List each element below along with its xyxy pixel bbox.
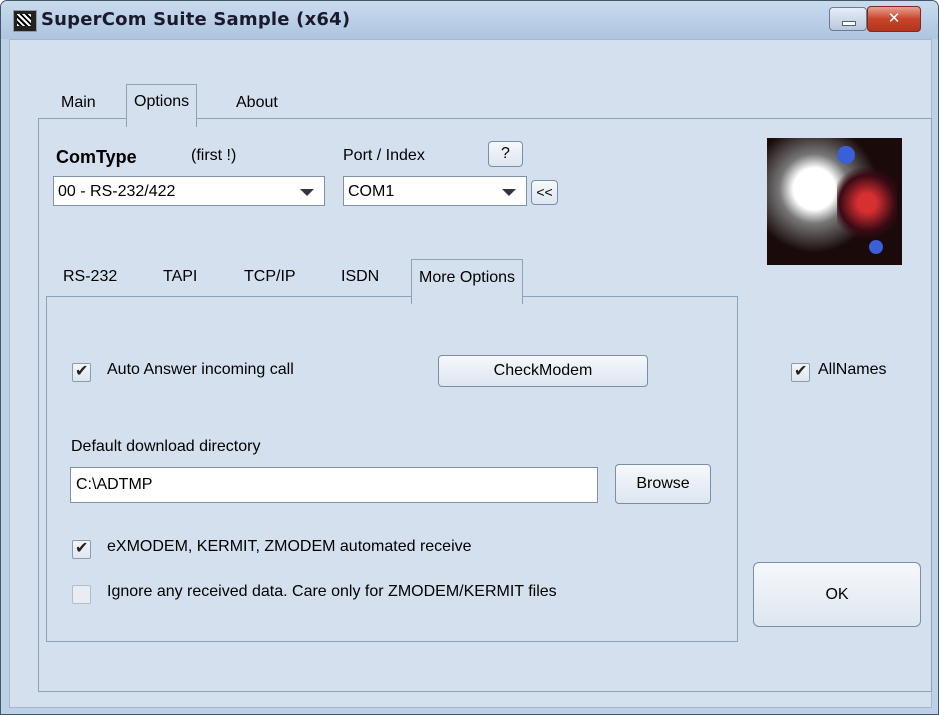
ok-button[interactable]: OK [753, 562, 921, 627]
allnames-checkbox[interactable]: ✔ [791, 361, 810, 382]
comtype-value: 00 - RS-232/422 [58, 183, 176, 200]
auto-receive-checkbox[interactable]: ✔ [72, 538, 91, 559]
download-dir-input[interactable]: C:\ADTMP [70, 467, 598, 503]
chevron-down-icon [300, 189, 314, 196]
tab-about-label: About [236, 94, 278, 111]
comtype-hint: (first !) [191, 147, 237, 164]
port-value: COM1 [348, 183, 395, 200]
close-button[interactable]: ✕ [867, 6, 921, 32]
tab-more-options[interactable]: More Options [411, 259, 524, 304]
check-icon: ✔ [75, 538, 89, 557]
port-select[interactable]: COM1 [343, 176, 527, 206]
download-dir-label: Default download directory [71, 438, 261, 455]
tab-main[interactable]: Main [61, 94, 96, 112]
check-icon: ✔ [75, 361, 89, 380]
tab-tapi[interactable]: TAPI [163, 268, 197, 286]
port-label: Port / Index [343, 147, 425, 164]
window-title: SuperCom Suite Sample (x64) [41, 9, 351, 30]
satellite-dish-image [767, 138, 902, 265]
allnames-label: AllNames [818, 361, 887, 378]
tab-isdn[interactable]: ISDN [341, 268, 379, 286]
comtype-select[interactable]: 00 - RS-232/422 [53, 176, 325, 206]
auto-answer-label: Auto Answer incoming call [107, 361, 294, 378]
ignore-data-label: Ignore any received data. Care only for … [107, 583, 557, 600]
auto-answer-checkbox[interactable]: ✔ [72, 361, 91, 382]
help-button[interactable]: ? [488, 141, 523, 167]
auto-receive-label: eXMODEM, KERMIT, ZMODEM automated receiv… [107, 538, 472, 555]
close-icon: ✕ [887, 9, 901, 27]
port-back-button[interactable]: << [531, 180, 558, 205]
tab-about[interactable]: About [236, 94, 278, 112]
app-window: SuperCom Suite Sample (x64) ✕ Main Optio… [0, 0, 939, 715]
minimize-button[interactable] [829, 7, 867, 31]
check-modem-button[interactable]: CheckModem [438, 355, 648, 387]
check-icon: ✔ [794, 361, 808, 380]
tab-main-label: Main [61, 94, 96, 111]
tab-tcpip[interactable]: TCP/IP [244, 268, 296, 286]
app-icon [13, 10, 37, 32]
title-bar[interactable]: SuperCom Suite Sample (x64) ✕ [1, 1, 938, 39]
chevron-down-icon [502, 189, 516, 196]
ignore-data-checkbox[interactable] [72, 585, 91, 604]
tab-rs232[interactable]: RS-232 [63, 268, 117, 286]
tab-options[interactable]: Options [126, 84, 198, 127]
browse-button[interactable]: Browse [615, 464, 711, 504]
comtype-label: ComType [56, 147, 137, 167]
tab-options-label: Options [134, 93, 190, 110]
